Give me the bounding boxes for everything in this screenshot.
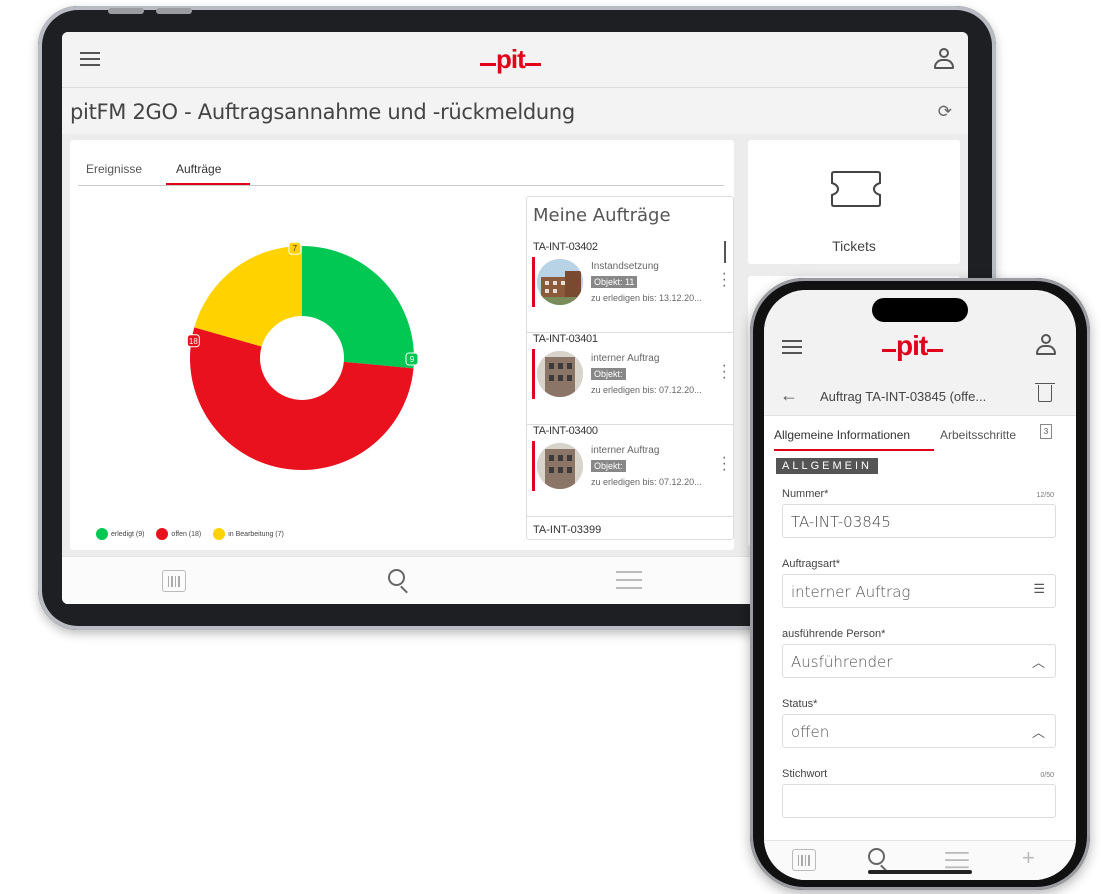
user-icon[interactable]	[1036, 334, 1056, 356]
order-header: ← Auftrag TA-INT-03845 (offe...	[764, 374, 1076, 416]
count-badge: 3	[1040, 424, 1052, 439]
order-object: Objekt:	[591, 368, 626, 380]
chevron-up-icon: ︿	[1031, 726, 1045, 741]
order-type: Instandsetzung	[591, 261, 659, 272]
more-vertical-icon[interactable]: · · ·	[722, 358, 727, 386]
more-vertical-icon[interactable]: · · ·	[722, 450, 727, 478]
page-title: pitFM 2GO - Auftragsannahme und -rückmel…	[70, 100, 575, 124]
building-thumbnail	[537, 259, 583, 305]
search-icon[interactable]	[388, 569, 410, 594]
chevron-up-icon: ︿	[1031, 656, 1045, 671]
slice-value-label: 7	[288, 241, 302, 255]
legend-item: in Bearbeitung (7)	[213, 528, 284, 540]
building-thumbnail	[537, 443, 583, 489]
order-number: TA-INT-03401	[533, 333, 598, 345]
my-orders-card: Meine Aufträge TA-INT-03402 Instandsetzu…	[526, 196, 734, 540]
order-object: Objekt: 11	[591, 276, 638, 288]
user-icon[interactable]	[934, 48, 954, 70]
title-bar: pitFM 2GO - Auftragsannahme und -rückmel…	[62, 88, 968, 134]
status-stripe	[532, 349, 535, 399]
tickets-tile[interactable]: Tickets	[748, 140, 960, 264]
donut-slice-in-bearbeitung[interactable]	[194, 246, 302, 347]
field-label: Auftragsart*	[782, 558, 841, 570]
order-due-date: zu erledigen bis: 07.12.20...	[591, 477, 702, 487]
char-counter: 0/50	[1040, 772, 1054, 779]
order-item[interactable]: TA-INT-03400 interner Auftrag Objekt: zu…	[527, 425, 733, 517]
svg-text:18: 18	[189, 337, 198, 346]
order-title: Auftrag TA-INT-03845 (offe...	[820, 389, 987, 404]
tab-allgemeine-informationen[interactable]: Allgemeine Informationen	[774, 428, 910, 442]
order-due-date: zu erledigen bis: 13.12.20...	[591, 293, 702, 303]
orders-title: Meine Aufträge	[533, 205, 671, 226]
svg-text:9: 9	[410, 355, 415, 364]
status-stripe	[532, 441, 535, 491]
pit-logo: pit	[480, 44, 541, 75]
back-arrow-icon[interactable]: ←	[780, 385, 798, 406]
tab-auftraege[interactable]: Aufträge	[176, 162, 221, 176]
chart-legend: erledigt (9) offen (18) in Bearbeitung (…	[96, 528, 294, 540]
building-thumbnail	[537, 351, 583, 397]
phone-screen: pit ← Auftrag TA-INT-03845 (offe... Allg…	[764, 290, 1076, 880]
list-icon[interactable]	[616, 571, 642, 591]
search-icon[interactable]	[868, 848, 890, 873]
trash-icon[interactable]	[1035, 383, 1055, 402]
ticket-icon	[831, 171, 881, 207]
tab-ereignisse[interactable]: Ereignisse	[86, 162, 142, 176]
barcode-scan-icon[interactable]	[792, 849, 816, 871]
menu-icon[interactable]	[782, 340, 802, 354]
barcode-scan-icon[interactable]	[162, 570, 186, 592]
field-label: ausführende Person*	[782, 628, 886, 640]
pit-logo: pit	[882, 330, 944, 362]
donut-slice-erledigt[interactable]	[302, 246, 414, 369]
camera-notch	[872, 298, 968, 322]
order-number: TA-INT-03400	[533, 425, 598, 437]
list-icon: ☰	[1033, 582, 1045, 597]
order-item[interactable]: TA-INT-03401 interner Auftrag Objekt: zu…	[527, 333, 733, 425]
tablet-button	[108, 8, 144, 14]
keyword-field[interactable]	[782, 784, 1056, 818]
char-counter: 12/50	[1036, 492, 1054, 499]
order-type: interner Auftrag	[591, 445, 660, 456]
home-indicator	[868, 870, 972, 874]
tab-arbeitsschritte[interactable]: Arbeitsschritte	[940, 428, 1016, 442]
phone-bottom-navigation: +	[764, 840, 1076, 880]
status-donut-chart: 9 18 7	[186, 241, 419, 470]
tickets-label: Tickets	[832, 238, 876, 254]
field-label: Nummer*	[782, 488, 829, 500]
order-object: Objekt:	[591, 460, 626, 472]
tablet-button	[156, 8, 192, 14]
legend-item: erledigt (9)	[96, 528, 144, 540]
order-item[interactable]: TA-INT-03402 Instandsetzung Objekt: 11 z…	[527, 241, 733, 333]
status-select[interactable]: offen ︿	[782, 714, 1056, 748]
slice-value-label: 9	[405, 352, 419, 366]
order-number[interactable]: TA-INT-03399	[533, 524, 601, 536]
active-tab-indicator	[774, 449, 934, 451]
order-type-select[interactable]: interner Auftrag ☰	[782, 574, 1056, 608]
order-number: TA-INT-03402	[533, 241, 598, 253]
add-icon[interactable]: +	[1022, 845, 1035, 871]
order-due-date: zu erledigen bis: 07.12.20...	[591, 385, 702, 395]
svg-text:7: 7	[293, 244, 298, 253]
field-label: Status*	[782, 698, 818, 710]
more-vertical-icon[interactable]: · · ·	[722, 266, 727, 294]
legend-item: offen (18)	[156, 528, 201, 540]
phone-device: pit ← Auftrag TA-INT-03845 (offe... Allg…	[750, 278, 1090, 890]
tab-bar: Ereignisse Aufträge	[78, 154, 724, 186]
active-tab-indicator	[166, 183, 250, 185]
menu-icon[interactable]	[80, 52, 100, 66]
phone-tab-bar: Allgemeine Informationen Arbeitsschritte…	[764, 416, 1076, 452]
list-icon[interactable]	[945, 852, 969, 870]
field-label: Stichwort	[782, 768, 828, 780]
status-stripe	[532, 257, 535, 307]
section-heading: ALLGEMEIN	[776, 458, 878, 474]
number-field[interactable]: TA-INT-03845	[782, 504, 1056, 538]
order-type: interner Auftrag	[591, 353, 660, 364]
app-header: pit	[62, 32, 968, 88]
refresh-icon[interactable]: ⟳	[938, 102, 952, 122]
dashboard-card: Ereignisse Aufträge 9 18 7 erledigt (9) of…	[70, 140, 734, 550]
slice-value-label: 18	[186, 334, 200, 348]
assignee-select[interactable]: Ausführender ︿	[782, 644, 1056, 678]
